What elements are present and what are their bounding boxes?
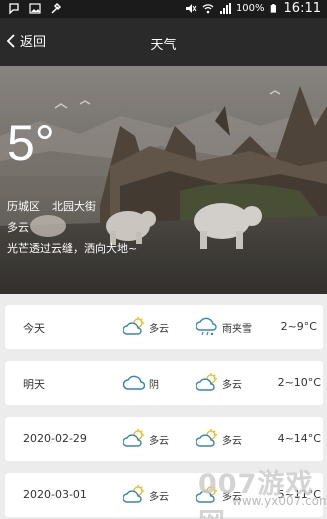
condition-text: 多云 [222,435,242,447]
partly-cloudy-icon [123,485,144,503]
condition-text: 多云 [149,491,169,503]
temperature-range: 2~9°C [280,320,317,333]
partly-cloudy-icon [196,429,217,447]
temperature-range: 4~14°C [277,432,321,445]
condition-text: 阴 [149,379,159,391]
forecast-day: 2020-02-29 [23,432,87,445]
forecast-condition-1: 多云 [123,317,169,337]
forecast-condition-2: 多云 [196,429,242,449]
tool-icon [51,2,62,14]
notification-chat-icon [9,3,19,15]
condition-text: 多云 [222,379,242,391]
weather-hero: 5° 历城区 北园大街 多云 光芒透过云缝，洒向大地~ [0,66,327,294]
temperature-range: 2~10°C [277,376,321,389]
condition-text: 多云 [149,323,169,335]
cloudy-icon [123,375,145,390]
street-label: 北园大街 [52,200,96,213]
sleet-icon [196,317,217,336]
polar-bear-landscape-image [0,66,327,294]
forecast-row-2020-02-29[interactable]: 2020-02-29 多云 多云 4~14°C [5,417,323,461]
battery-percentage: 100% [235,3,265,14]
site-watermark: 007游戏网 www.yx007.com [198,462,327,519]
current-temperature: 5° [7,115,55,171]
page-title: 天气 [150,38,177,53]
forecast-row-today[interactable]: 今天 多云 雨夹雪 2~9°C [5,305,323,349]
forecast-day: 明天 [23,378,45,391]
partly-cloudy-icon [196,373,217,391]
district-label: 历城区 [7,200,40,213]
current-condition: 多云 [7,221,29,234]
battery-icon [270,4,276,13]
watermark-url: www.yx007.com [232,494,327,508]
forecast-day: 2020-03-01 [23,488,87,501]
signal-icon [219,3,231,14]
forecast-condition-2: 多云 [196,373,242,393]
forecast-condition-1: 阴 [123,373,159,393]
location: 历城区 北园大街 [7,198,96,214]
weather-message: 光芒透过云缝，洒向大地~ [7,242,138,255]
watermark-text: 007游戏网 [198,469,314,519]
image-icon [29,3,41,14]
clock: 16:11 [283,1,321,16]
forecast-condition-2: 雨夹雪 [196,317,252,337]
mute-icon [185,4,197,13]
partly-cloudy-icon [123,429,144,447]
forecast-condition-1: 多云 [123,485,169,505]
forecast-row-tomorrow[interactable]: 明天 阴 多云 2~10°C [5,361,323,405]
status-bar: 100% 16:11 [0,0,327,18]
wifi-icon [202,4,214,14]
nav-bar: 返回 天气 [0,18,327,66]
condition-text: 雨夹雪 [222,323,252,335]
forecast-condition-1: 多云 [123,429,169,449]
forecast-day: 今天 [23,322,45,335]
partly-cloudy-icon [123,317,144,335]
condition-text: 多云 [149,435,169,447]
